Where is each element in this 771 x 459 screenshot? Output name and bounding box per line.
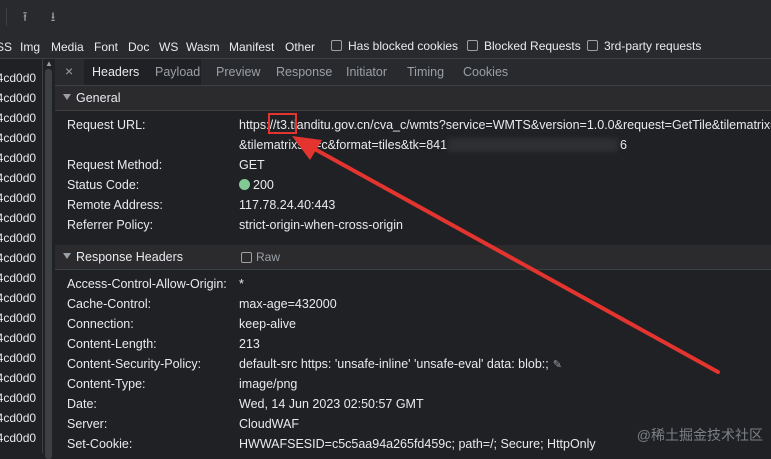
annotation-arrow (292, 136, 720, 374)
watermark: @稀土掘金技术社区 (636, 427, 763, 443)
